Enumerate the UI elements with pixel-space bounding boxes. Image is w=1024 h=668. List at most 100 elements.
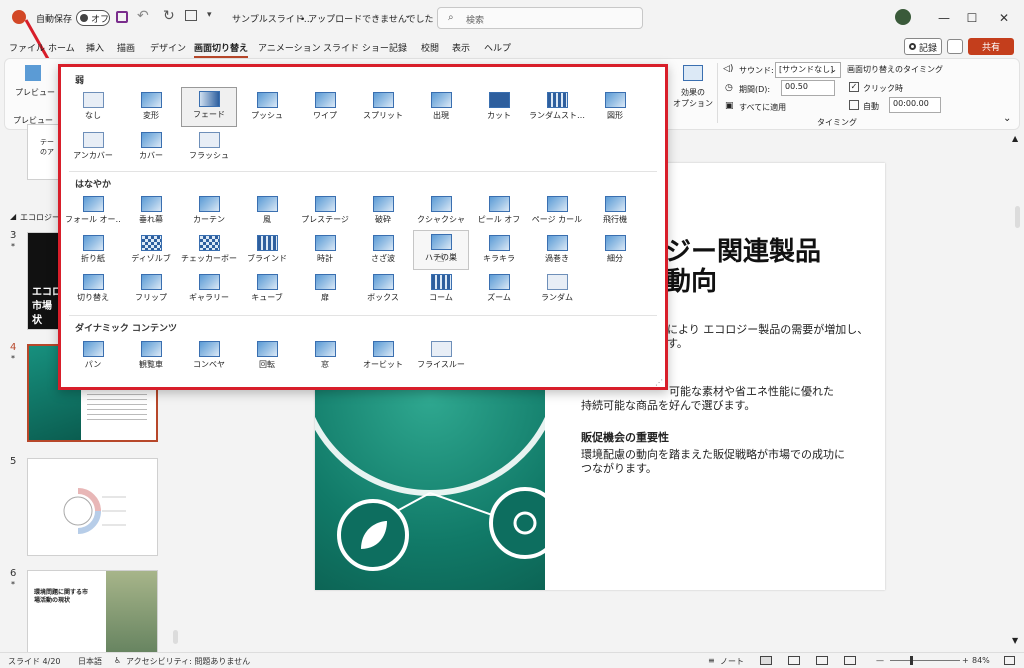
transition-orbit[interactable]: オービット <box>355 338 411 376</box>
customize-qat-icon[interactable]: ▾ <box>207 10 212 20</box>
auto-time-input[interactable]: 00:00.00 <box>889 97 941 113</box>
transition-cover[interactable]: カバー <box>123 129 179 167</box>
tab-home[interactable]: ホーム <box>48 41 75 54</box>
slide-heading3[interactable]: 販促機会の重要性 <box>581 429 669 445</box>
transition-airplane[interactable]: 飛行機 <box>587 193 643 231</box>
transition-random[interactable]: ランダム <box>529 271 585 309</box>
transition-ferris-wheel[interactable]: 観覧車 <box>123 338 179 376</box>
slide-para1[interactable]: す。 <box>667 335 688 351</box>
transition-shape[interactable]: 図形 <box>587 89 643 127</box>
transition-window[interactable]: 窓 <box>297 338 353 376</box>
transition-clock[interactable]: 時計 <box>297 232 353 270</box>
transition-fade[interactable]: フェード <box>181 87 237 127</box>
transition-flip[interactable]: フリップ <box>123 271 179 309</box>
slide-para3[interactable]: つながります。 <box>581 460 657 476</box>
chevron-down-icon[interactable]: ⌄ <box>404 11 412 21</box>
transition-conveyor[interactable]: コンベヤ <box>181 338 237 376</box>
scroll-down-icon[interactable]: ▼ <box>1012 636 1018 645</box>
close-button[interactable]: ✕ <box>984 0 1024 36</box>
slide-title-line2[interactable]: 動向 <box>665 261 717 298</box>
transition-pan[interactable]: パン <box>65 338 121 376</box>
transition-none[interactable]: なし <box>65 89 121 127</box>
transition-peel-off[interactable]: ピール オフ <box>471 193 527 231</box>
transition-uncover[interactable]: アンカバー <box>65 129 121 167</box>
tab-animations[interactable]: アニメーション <box>258 41 321 54</box>
transition-doors[interactable]: 扉 <box>297 271 353 309</box>
transition-rotate[interactable]: 回転 <box>239 338 295 376</box>
on-click-checkbox[interactable]: ✓ <box>849 82 859 92</box>
section-label[interactable]: エコロジー <box>20 212 60 223</box>
autosave-toggle[interactable]: オフ <box>76 10 110 26</box>
transition-gallery[interactable]: ギャラリー <box>181 271 237 309</box>
transition-drape[interactable]: 垂れ幕 <box>123 193 179 231</box>
slide-para1[interactable]: により エコロジー製品の需要が増加し、 <box>667 321 868 337</box>
slideshow-icon[interactable] <box>844 656 856 665</box>
transition-box[interactable]: ボックス <box>355 271 411 309</box>
tab-file[interactable]: ファイル <box>9 41 45 54</box>
transition-wipe[interactable]: ワイプ <box>297 89 353 127</box>
tab-slideshow[interactable]: スライド ショー <box>323 41 389 54</box>
effect-options-button[interactable]: 効果の オプション <box>669 63 713 109</box>
transition-comb[interactable]: コーム <box>413 271 469 309</box>
collapse-ribbon-icon[interactable]: ⌄ <box>1003 113 1011 124</box>
transition-fly-through[interactable]: フライスルー <box>413 338 469 376</box>
transition-vortex[interactable]: 渦巻き <box>529 232 585 270</box>
comments-icon[interactable] <box>947 39 963 54</box>
scroll-up-icon[interactable]: ▲ <box>1012 134 1018 143</box>
zoom-slider[interactable] <box>890 656 960 665</box>
undo-icon[interactable]: ↶ <box>137 8 149 24</box>
reading-view-icon[interactable] <box>816 656 828 665</box>
slide-para2[interactable]: 持続可能な商品を好んで選びます。 <box>581 397 755 413</box>
transition-cut[interactable]: カット <box>471 89 527 127</box>
zoom-level[interactable]: 84% <box>972 656 990 665</box>
tab-view[interactable]: 表示 <box>452 41 470 54</box>
transition-zoom[interactable]: ズーム <box>471 271 527 309</box>
transition-shred[interactable]: 細分 <box>587 232 643 270</box>
present-icon[interactable] <box>185 10 197 21</box>
zoom-out-button[interactable]: — <box>876 656 884 665</box>
transition-page-curl[interactable]: ページ カール <box>529 193 585 231</box>
transition-push[interactable]: プッシュ <box>239 89 295 127</box>
user-avatar[interactable] <box>895 9 911 25</box>
section-collapse-icon[interactable]: ◢ <box>10 212 16 221</box>
auto-checkbox[interactable] <box>849 100 859 110</box>
panel-scrollbar[interactable] <box>173 630 178 644</box>
transition-random-bars[interactable]: ランダムスト… <box>529 89 585 127</box>
transition-flash[interactable]: フラッシュ <box>181 129 237 167</box>
preview-button[interactable]: プレビュー <box>11 61 55 103</box>
transition-prestige[interactable]: プレステージ <box>297 193 353 231</box>
transition-reveal[interactable]: 出現 <box>413 89 469 127</box>
transition-fracture[interactable]: 破砕 <box>355 193 411 231</box>
fit-to-window-icon[interactable] <box>1004 656 1015 665</box>
transition-blinds[interactable]: ブラインド <box>239 232 295 270</box>
normal-view-icon[interactable] <box>760 656 772 665</box>
transition-fall-over[interactable]: フォール オー… <box>65 193 121 231</box>
transition-crush[interactable]: クシャクシャ <box>413 193 469 231</box>
tab-insert[interactable]: 挿入 <box>86 41 104 54</box>
transition-glitter[interactable]: キラキラ <box>471 232 527 270</box>
tab-design[interactable]: デザイン <box>150 41 186 54</box>
sound-select[interactable]: [サウンドなし] ⌄ <box>775 62 841 78</box>
notes-button[interactable]: ノート <box>720 656 744 667</box>
accessibility-status[interactable]: アクセシビリティ: 問題ありません <box>126 656 250 667</box>
save-icon[interactable] <box>116 11 128 23</box>
transition-dissolve[interactable]: ディゾルブ <box>123 232 179 270</box>
transition-morph[interactable]: 変形 <box>123 89 179 127</box>
slide-sorter-icon[interactable] <box>788 656 800 665</box>
zoom-in-button[interactable]: + <box>962 656 969 665</box>
share-button[interactable]: 共有 <box>968 38 1014 55</box>
transition-curtains[interactable]: カーテン <box>181 193 237 231</box>
tab-draw[interactable]: 描画 <box>117 41 135 54</box>
tab-review[interactable]: 校閲 <box>421 41 439 54</box>
record-button[interactable]: 記録 <box>904 38 942 55</box>
zoom-slider-thumb[interactable] <box>910 656 913 665</box>
transition-checkerboard[interactable]: チェッカーボード <box>181 232 237 270</box>
vertical-scrollbar[interactable] <box>1015 206 1020 228</box>
transition-wind[interactable]: 風 <box>239 193 295 231</box>
apply-all-button[interactable]: すべてに適用 <box>739 102 786 113</box>
redo-icon[interactable]: ↻ <box>163 8 175 24</box>
transition-switch[interactable]: 切り替え <box>65 271 121 309</box>
tab-transitions[interactable]: 画面切り替え <box>194 41 249 58</box>
language-indicator[interactable]: 日本語 <box>78 656 102 667</box>
resize-grip-icon[interactable]: ⋰ <box>655 378 663 387</box>
